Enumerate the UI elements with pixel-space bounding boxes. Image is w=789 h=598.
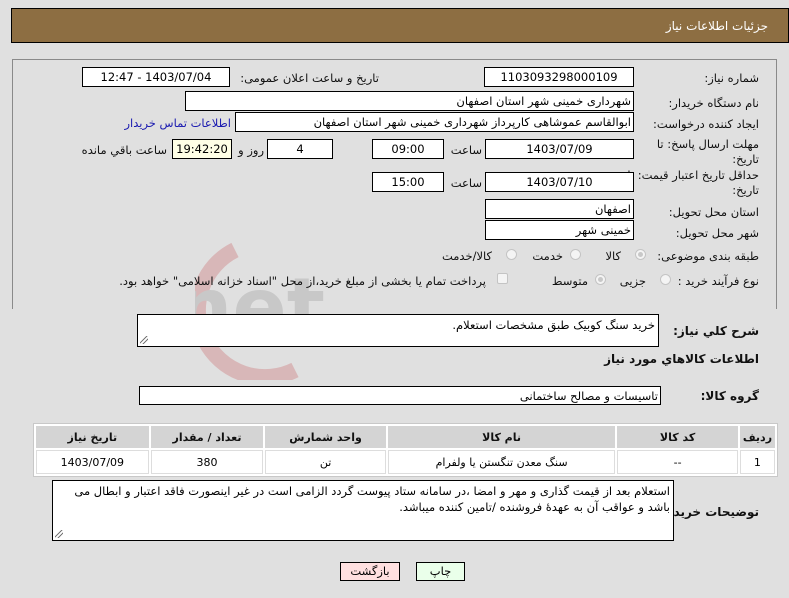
need-number-label: شماره نیاز: (704, 71, 759, 85)
delivery-province-label: استان محل تحویل: (668, 205, 759, 219)
goods-group-field: تاسیسات و مصالح ساختمانی (139, 386, 661, 405)
cell-unit: تن (265, 450, 386, 474)
announce-datetime-label: تاریخ و ساعت اعلان عمومی: (240, 71, 379, 85)
buyer-notes-textarea[interactable]: استعلام بعد از قیمت گذاری و مهر و امضا ،… (52, 480, 674, 541)
treasury-bonds-label: پرداخت تمام یا بخشی از مبلغ خرید،از محل … (119, 274, 486, 288)
purchase-type-label: نوع فرآیند خرید : (677, 274, 759, 288)
days-label: روز و (238, 143, 264, 157)
col-quantity: تعداد / مقدار (150, 426, 264, 448)
cell-row-number: 1 (739, 450, 775, 474)
price-validity-date: 1403/07/10 (485, 172, 634, 192)
requester-label: ایجاد کننده درخواست: (653, 117, 759, 131)
response-deadline-time: 09:00 (372, 139, 444, 159)
category-radio-goods-service[interactable] (506, 249, 517, 260)
summary-label: شرح کلي نياز: (673, 324, 759, 338)
buyer-contact-link[interactable]: اطلاعات تماس خریدار (124, 116, 231, 130)
price-validity-label: حداقل تاریخ اعتبار قیمت: تا تاریخ: (627, 168, 759, 197)
delivery-city-field: خمینی شهر (485, 220, 634, 240)
print-button[interactable]: چاپ (416, 562, 465, 581)
delivery-city-label: شهر محل تحویل: (675, 226, 759, 240)
purchase-radio-medium[interactable] (595, 274, 606, 285)
response-deadline-time-label: ساعت (450, 143, 482, 157)
summary-text: خرید سنگ کوبیک طبق مشخصات استعلام. (452, 318, 655, 332)
goods-section-title: اطلاعات کالاهاي مورد نياز (604, 352, 759, 366)
price-validity-time-label: ساعت (450, 176, 482, 190)
category-option-goods: کالا (605, 249, 621, 263)
category-radio-service[interactable] (570, 249, 581, 260)
resize-grip-icon[interactable] (140, 336, 148, 344)
col-unit: واحد شمارش (265, 426, 386, 448)
purchase-option-minor: جزیی (619, 274, 646, 288)
cell-quantity: 380 (150, 450, 264, 474)
remaining-time-label: ساعت باقي مانده (81, 143, 167, 157)
category-option-goods-service: کالا/خدمت (441, 249, 492, 263)
buyer-notes-text: استعلام بعد از قیمت گذاری و مهر و امضا ،… (74, 484, 670, 514)
goods-group-label: گروه کالا: (700, 389, 759, 403)
category-option-service: خدمت (532, 249, 563, 263)
response-deadline-date: 1403/07/09 (485, 139, 634, 159)
page-title: جزئیات اطلاعات نیاز (665, 19, 768, 33)
need-number-field: 1103093298000109 (484, 67, 634, 87)
table-header-row: ردیف کد کالا نام کالا واحد شمارش تعداد /… (36, 426, 775, 448)
response-deadline-label: مهلت ارسال پاسخ: تا تاریخ: (656, 137, 759, 166)
col-row-number: ردیف (739, 426, 775, 448)
col-need-date: تاریخ نیاز (36, 426, 149, 448)
table-row: 1 -- سنگ معدن تنگستن یا ولفرام تن 380 14… (36, 450, 775, 474)
remaining-days: 4 (267, 139, 333, 159)
announce-datetime-field: 1403/07/04 - 12:47 (82, 67, 230, 87)
col-item-name: نام کالا (387, 426, 616, 448)
col-item-code: کد کالا (617, 426, 738, 448)
summary-textarea[interactable]: خرید سنگ کوبیک طبق مشخصات استعلام. (137, 314, 659, 347)
buyer-org-field: شهرداری خمینی شهر استان اصفهان (185, 91, 634, 111)
price-validity-time: 15:00 (372, 172, 444, 192)
purchase-radio-minor[interactable] (660, 274, 671, 285)
cell-item-name: سنگ معدن تنگستن یا ولفرام (387, 450, 616, 474)
purchase-option-medium: متوسط (551, 274, 588, 288)
cell-item-code: -- (617, 450, 738, 474)
requester-field: ابوالقاسم عموشاهی کارپرداز شهرداری خمینی… (235, 112, 634, 132)
category-label: طبقه بندی موضوعی: (657, 249, 759, 263)
page-header: جزئیات اطلاعات نیاز (11, 8, 789, 43)
resize-grip-icon[interactable] (55, 530, 63, 538)
category-radio-goods[interactable] (635, 249, 646, 260)
buyer-org-label: نام دستگاه خریدار: (668, 96, 759, 110)
goods-table: ردیف کد کالا نام کالا واحد شمارش تعداد /… (33, 423, 778, 477)
delivery-province-field: اصفهان (485, 199, 634, 219)
remaining-time: 19:42:20 (172, 139, 232, 159)
treasury-bonds-checkbox[interactable] (497, 273, 508, 284)
back-button[interactable]: بازگشت (340, 562, 400, 581)
cell-need-date: 1403/07/09 (36, 450, 149, 474)
